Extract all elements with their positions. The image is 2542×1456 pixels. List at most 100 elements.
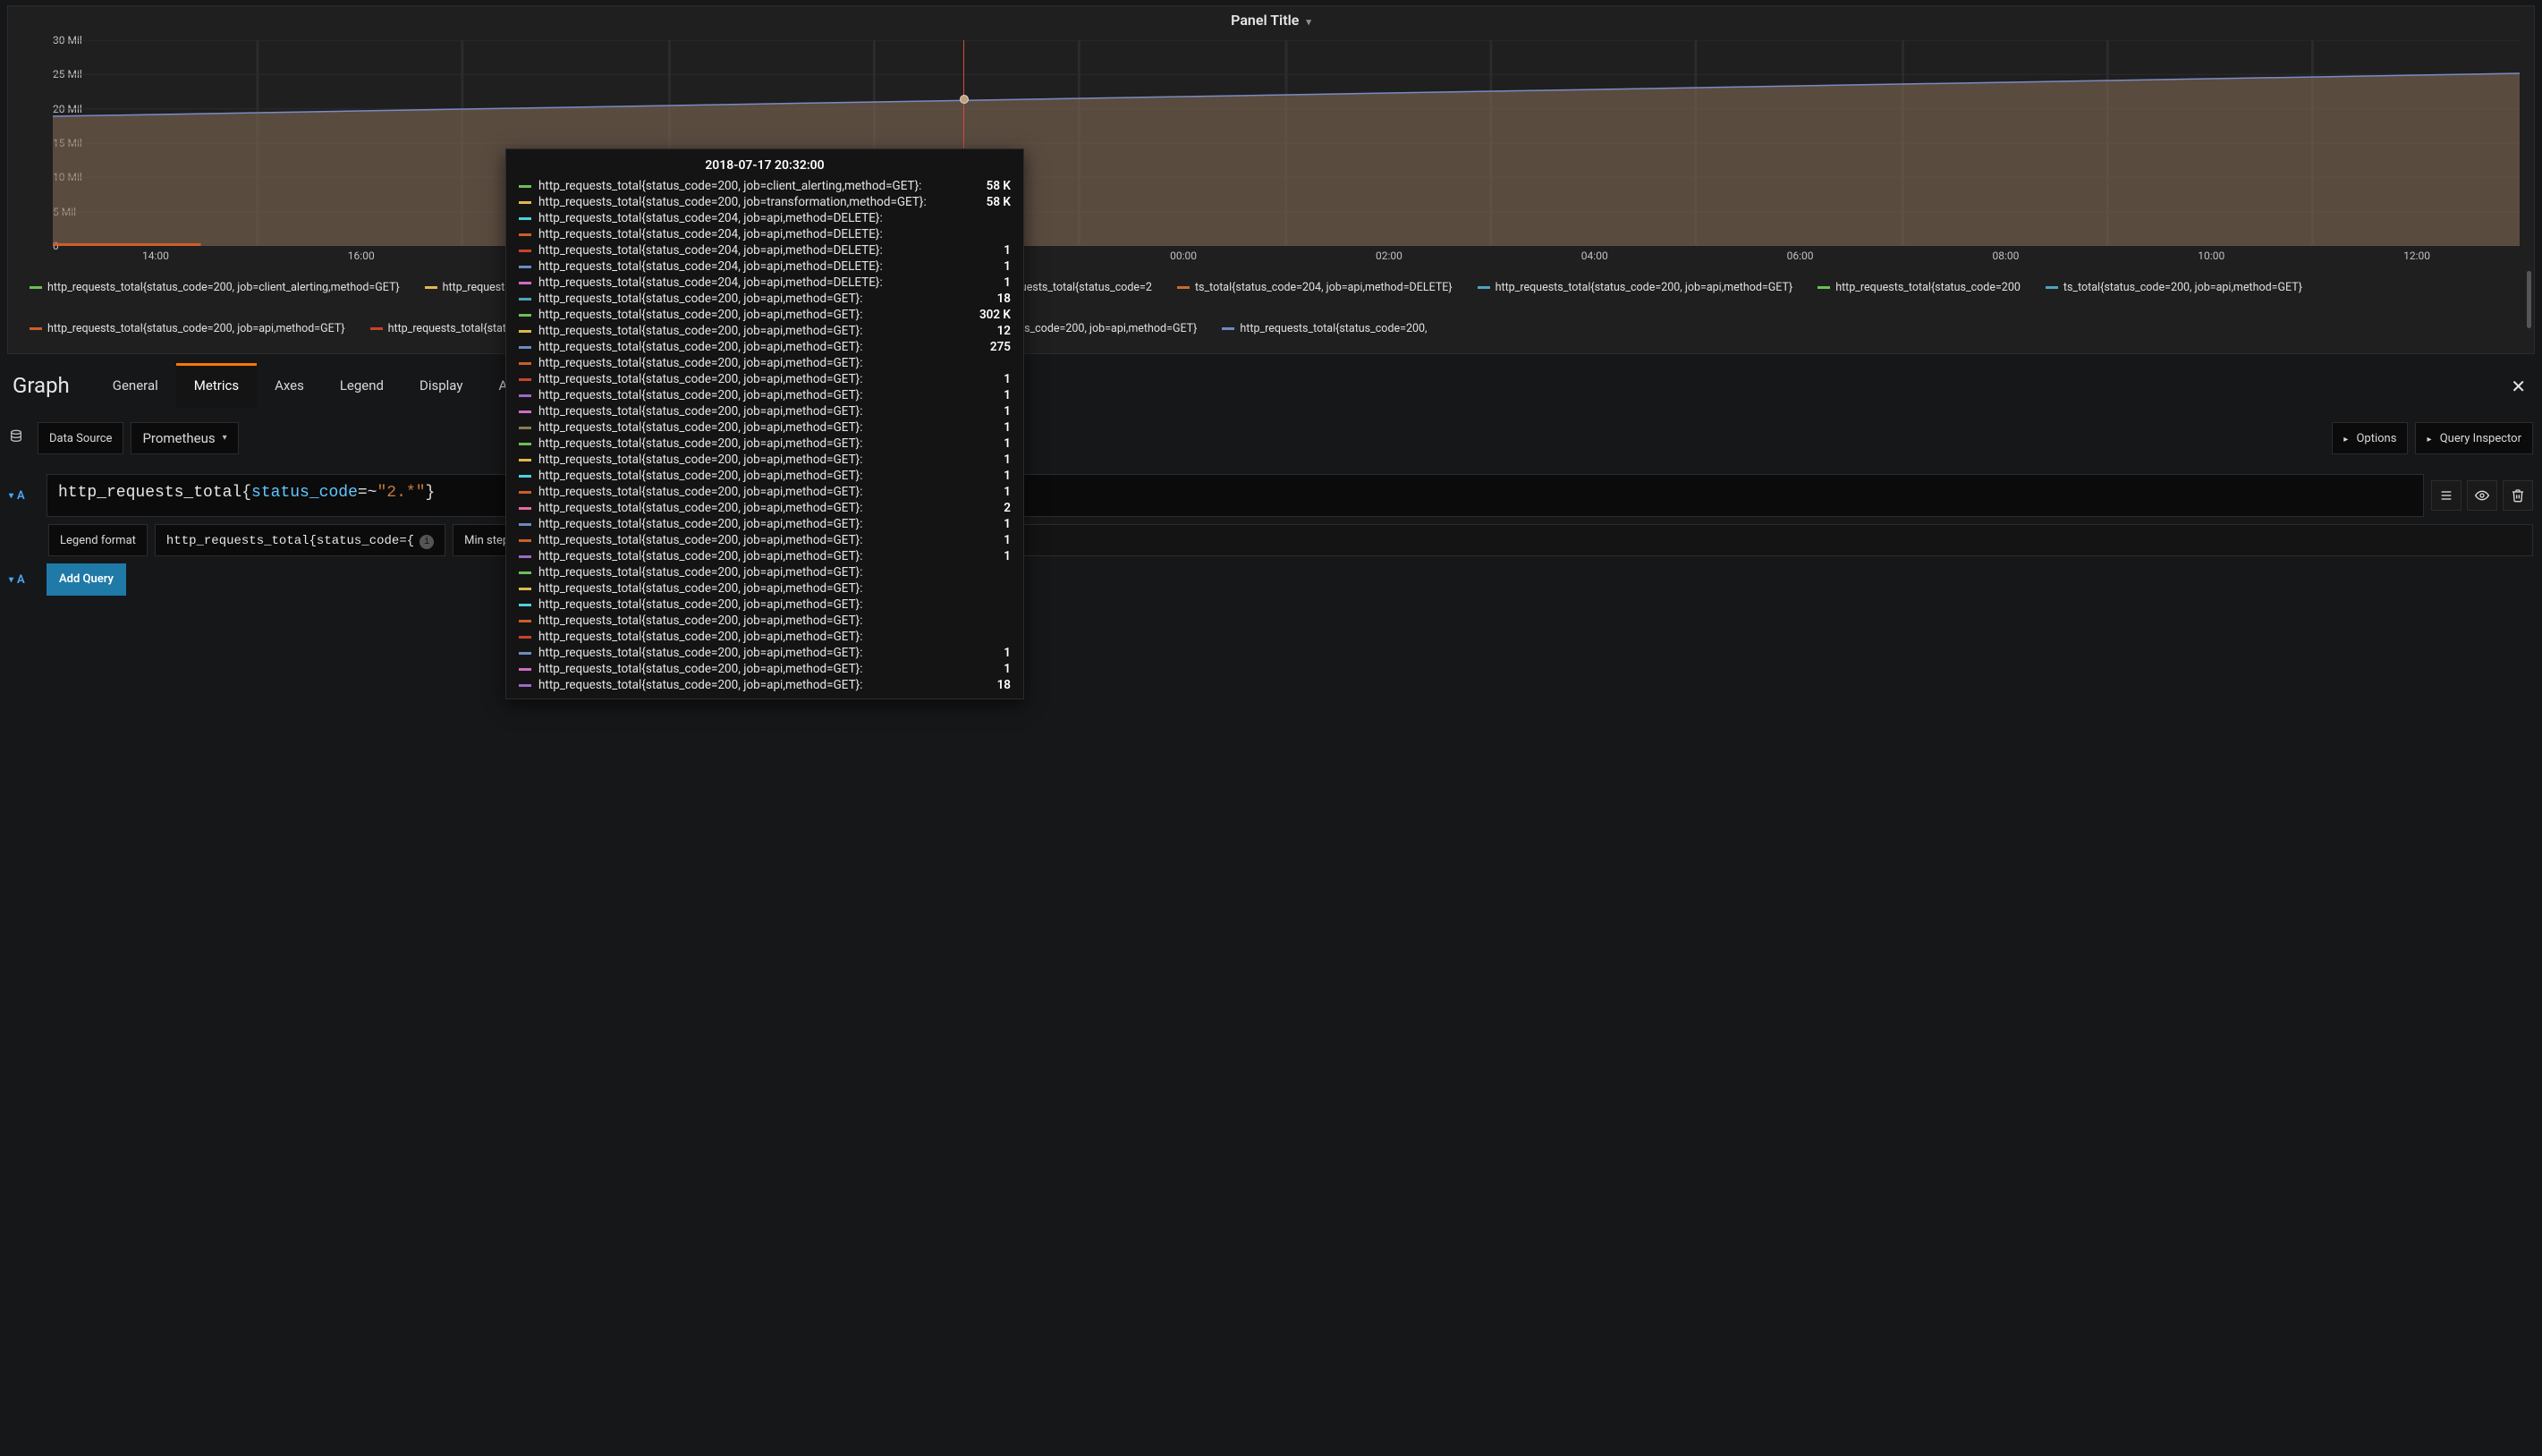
legend-label: http_requests_total{status_code=200, — [1240, 322, 1427, 335]
tab-metrics[interactable]: Metrics — [176, 363, 257, 408]
tooltip-series-value: 18 — [962, 292, 1011, 306]
tooltip-series-row: http_requests_total{status_code=200, job… — [519, 484, 1011, 500]
tooltip-series-value: 1 — [962, 646, 1011, 660]
tooltip-series-row: http_requests_total{status_code=200, job… — [519, 307, 1011, 323]
options-button[interactable]: ▸ Options — [2332, 422, 2408, 454]
tooltip-series-label: http_requests_total{status_code=200, job… — [538, 453, 955, 467]
color-swatch — [519, 588, 531, 590]
legend-item[interactable]: http_requests_total{status_code=200, job… — [30, 267, 400, 307]
tooltip-series-label: http_requests_total{status_code=204, job… — [538, 227, 955, 241]
legend-item[interactable]: http_requests_total{status_code=200 — [1818, 267, 2021, 307]
color-swatch — [30, 286, 42, 289]
datasource-selected: Prometheus — [142, 422, 215, 454]
tooltip-series-label: http_requests_total{status_code=200, job… — [538, 549, 955, 563]
tooltip-series-row: http_requests_total{status_code=200, job… — [519, 355, 1011, 371]
tooltip-series-label: http_requests_total{status_code=200, job… — [538, 517, 955, 531]
expr-label: status_code — [251, 484, 358, 502]
tooltip-series-row: http_requests_total{status_code=200, job… — [519, 403, 1011, 419]
legend-label: http_requests_total{status_code=200 — [1835, 281, 2021, 294]
add-query-toggle[interactable]: ▾ A — [9, 573, 39, 587]
color-swatch — [519, 475, 531, 478]
tooltip-series-row: http_requests_total{status_code=200, job… — [519, 452, 1011, 468]
color-swatch — [519, 394, 531, 397]
chart-svg — [53, 40, 2520, 246]
tab-legend[interactable]: Legend — [322, 363, 402, 408]
chart-legend[interactable]: http_requests_total{status_code=200, job… — [30, 267, 2520, 348]
eye-icon[interactable] — [2467, 480, 2497, 511]
query-inspector-button[interactable]: ▸ Query Inspector — [2415, 422, 2533, 454]
tooltip-series-value: 275 — [962, 340, 1011, 354]
color-swatch — [1818, 286, 1830, 289]
query-toggle[interactable]: ▾ A — [9, 474, 39, 517]
tooltip-series-row: http_requests_total{status_code=200, job… — [519, 387, 1011, 403]
tab-display[interactable]: Display — [402, 363, 480, 408]
legend-item[interactable]: http_requests_total{status_code=200, job… — [30, 309, 345, 348]
tooltip-series-label: http_requests_total{status_code=200, job… — [538, 436, 955, 451]
color-swatch — [519, 539, 531, 542]
legend-label: http_requests_total{status_code=200, job… — [47, 322, 345, 335]
panel-title[interactable]: Panel Title ▾ — [8, 6, 2534, 32]
tooltip-series-label: http_requests_total{status_code=204, job… — [538, 259, 955, 274]
legend-item[interactable]: http_requests_total{status_code=200, — [1222, 309, 1427, 348]
tab-axes[interactable]: Axes — [257, 363, 322, 408]
color-swatch — [30, 327, 42, 330]
tooltip-series-label: http_requests_total{status_code=204, job… — [538, 211, 955, 225]
x-axis-tick: 14:00 — [142, 250, 169, 262]
tooltip-series-value: 1 — [962, 388, 1011, 402]
tab-general[interactable]: General — [95, 363, 176, 408]
color-swatch — [519, 298, 531, 301]
expr-value: "2.*" — [377, 484, 425, 502]
tooltip-series-row: http_requests_total{status_code=204, job… — [519, 210, 1011, 226]
tooltip-series-row: http_requests_total{status_code=204, job… — [519, 242, 1011, 258]
tooltip-series-value: 1 — [962, 662, 1011, 676]
query-letter: A — [17, 489, 25, 503]
legend-format-input[interactable]: http_requests_total{status_code={ i — [155, 524, 445, 556]
chevron-down-icon: ▾ — [9, 491, 13, 501]
tooltip-series-row: http_requests_total{status_code=200, job… — [519, 516, 1011, 532]
tooltip-series-value: 302 K — [962, 308, 1011, 322]
editor-tab-bar: Graph GeneralMetricsAxesLegendDisplayAle… — [0, 363, 2542, 408]
color-swatch — [519, 620, 531, 622]
expr-fn: http_requests_total — [58, 484, 241, 502]
add-query-button[interactable]: Add Query — [47, 563, 126, 596]
tooltip-series-value: 1 — [962, 404, 1011, 419]
color-swatch — [519, 652, 531, 655]
trash-icon[interactable] — [2503, 480, 2533, 511]
close-icon[interactable]: ✕ — [2511, 376, 2526, 397]
tooltip-series-label: http_requests_total{status_code=200, job… — [538, 678, 955, 692]
chart-plot-area[interactable] — [53, 40, 2520, 246]
color-swatch — [519, 330, 531, 333]
tooltip-series-label: http_requests_total{status_code=200, job… — [538, 324, 955, 338]
tooltip-series-value: 1 — [962, 549, 1011, 563]
legend-item[interactable]: http_requests_total{status_code=200, job… — [1478, 267, 1793, 307]
tooltip-series-label: http_requests_total{status_code=200, job… — [538, 614, 955, 628]
database-icon — [9, 429, 23, 447]
legend-label: ts_total{status_code=200, job=api,method… — [2063, 281, 2302, 294]
datasource-select[interactable]: Prometheus ▾ — [131, 422, 238, 454]
color-swatch — [519, 684, 531, 687]
tooltip-series-row: http_requests_total{status_code=200, job… — [519, 580, 1011, 597]
tooltip-series-value: 1 — [962, 420, 1011, 435]
legend-format-label: Legend format — [48, 524, 148, 556]
help-icon[interactable]: i — [419, 535, 434, 549]
tooltip-series-row: http_requests_total{status_code=200, job… — [519, 339, 1011, 355]
tooltip-series-value: 2 — [962, 501, 1011, 515]
tooltip-series-value: 58 K — [962, 195, 1011, 209]
tooltip-series-label: http_requests_total{status_code=200, job… — [538, 404, 955, 419]
x-axis-tick: 04:00 — [1581, 250, 1608, 262]
expr-op: =~ — [358, 484, 377, 502]
datasource-label: Data Source — [38, 422, 123, 454]
menu-icon[interactable] — [2431, 480, 2462, 511]
tooltip-series-row: http_requests_total{status_code=200, job… — [519, 548, 1011, 564]
tooltip-series-label: http_requests_total{status_code=200, job… — [538, 179, 955, 193]
query-expression-input[interactable]: http_requests_total{status_code=~"2.*"} — [47, 474, 2424, 517]
legend-format-value: http_requests_total{status_code={ — [166, 534, 414, 548]
legend-item[interactable]: ts_total{status_code=204, job=api,method… — [1177, 267, 1453, 307]
legend-item[interactable]: ts_total{status_code=200, job=api,method… — [2046, 267, 2302, 307]
legend-scrollbar[interactable] — [2527, 271, 2531, 328]
color-swatch — [519, 346, 531, 349]
tooltip-series-label: http_requests_total{status_code=200, job… — [538, 581, 955, 596]
chevron-down-icon: ▾ — [223, 422, 227, 454]
tooltip-series-value: 1 — [962, 275, 1011, 290]
x-axis-tick: 16:00 — [348, 250, 375, 262]
